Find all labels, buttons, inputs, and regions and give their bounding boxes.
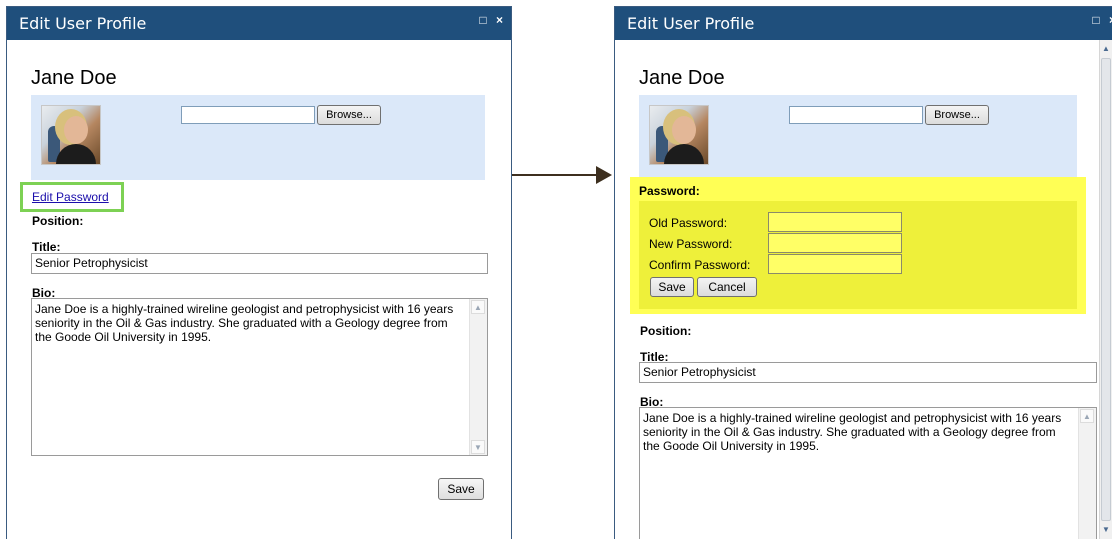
user-name: Jane Doe <box>31 67 117 89</box>
transition-arrow-icon <box>596 166 612 184</box>
photo-file-input[interactable] <box>181 106 315 124</box>
photo-panel: Browse... <box>31 95 485 180</box>
new-password-input[interactable] <box>768 233 902 253</box>
profile-photo <box>649 105 709 165</box>
scroll-up-icon[interactable]: ▲ <box>1080 409 1094 423</box>
old-password-input[interactable] <box>768 212 902 232</box>
confirm-password-label: Confirm Password: <box>649 258 751 272</box>
scroll-down-icon[interactable]: ▼ <box>471 440 485 454</box>
transition-arrow-line <box>512 174 600 176</box>
dialog-title: Edit User Profile <box>627 14 755 33</box>
bio-scrollbar[interactable]: ▲ <box>1078 408 1096 539</box>
user-name: Jane Doe <box>639 67 725 89</box>
title-label: Title: <box>32 240 61 254</box>
scroll-down-icon[interactable]: ▼ <box>1100 523 1112 537</box>
save-button[interactable]: Save <box>438 478 484 500</box>
browse-button[interactable]: Browse... <box>925 105 989 125</box>
title-input[interactable]: Senior Petrophysicist <box>31 253 488 274</box>
bio-textarea[interactable]: Jane Doe is a highly-trained wireline ge… <box>639 407 1097 539</box>
close-icon[interactable]: × <box>496 13 503 27</box>
position-label: Position: <box>640 324 692 338</box>
profile-photo <box>41 105 101 165</box>
scroll-up-icon[interactable]: ▲ <box>471 300 485 314</box>
position-label: Position: <box>32 214 84 228</box>
password-section: Password: Old Password: New Password: Co… <box>630 177 1086 314</box>
browse-button[interactable]: Browse... <box>317 105 381 125</box>
dialog-title: Edit User Profile <box>19 14 147 33</box>
password-form: Old Password: New Password: Confirm Pass… <box>639 201 1077 309</box>
edit-profile-dialog-after: Edit User Profile □ × Jane Doe Browse...… <box>614 6 1112 539</box>
bio-text: Jane Doe is a highly-trained wireline ge… <box>643 411 1062 453</box>
bio-scrollbar[interactable]: ▲ ▼ <box>469 299 487 455</box>
photo-panel: Browse... <box>639 95 1077 180</box>
dialog-titlebar: Edit User Profile □ × <box>615 7 1112 40</box>
edit-profile-dialog-before: Edit User Profile □ × Jane Doe Browse...… <box>6 6 512 539</box>
scrollbar-thumb[interactable] <box>1101 58 1111 521</box>
password-cancel-button[interactable]: Cancel <box>697 277 757 297</box>
password-heading: Password: <box>639 184 700 198</box>
dialog-scrollbar[interactable]: ▲ ▼ <box>1099 40 1112 539</box>
dialog-titlebar: Edit User Profile □ × <box>7 7 511 40</box>
scroll-up-icon[interactable]: ▲ <box>1100 42 1112 56</box>
maximize-icon[interactable]: □ <box>479 13 486 27</box>
photo-file-input[interactable] <box>789 106 923 124</box>
title-input[interactable]: Senior Petrophysicist <box>639 362 1097 383</box>
old-password-label: Old Password: <box>649 216 728 230</box>
bio-text: Jane Doe is a highly-trained wireline ge… <box>35 302 454 344</box>
bio-textarea[interactable]: Jane Doe is a highly-trained wireline ge… <box>31 298 488 456</box>
password-save-button[interactable]: Save <box>650 277 694 297</box>
confirm-password-input[interactable] <box>768 254 902 274</box>
new-password-label: New Password: <box>649 237 733 251</box>
maximize-icon[interactable]: □ <box>1092 13 1099 27</box>
edit-password-link[interactable]: Edit Password <box>32 190 109 204</box>
